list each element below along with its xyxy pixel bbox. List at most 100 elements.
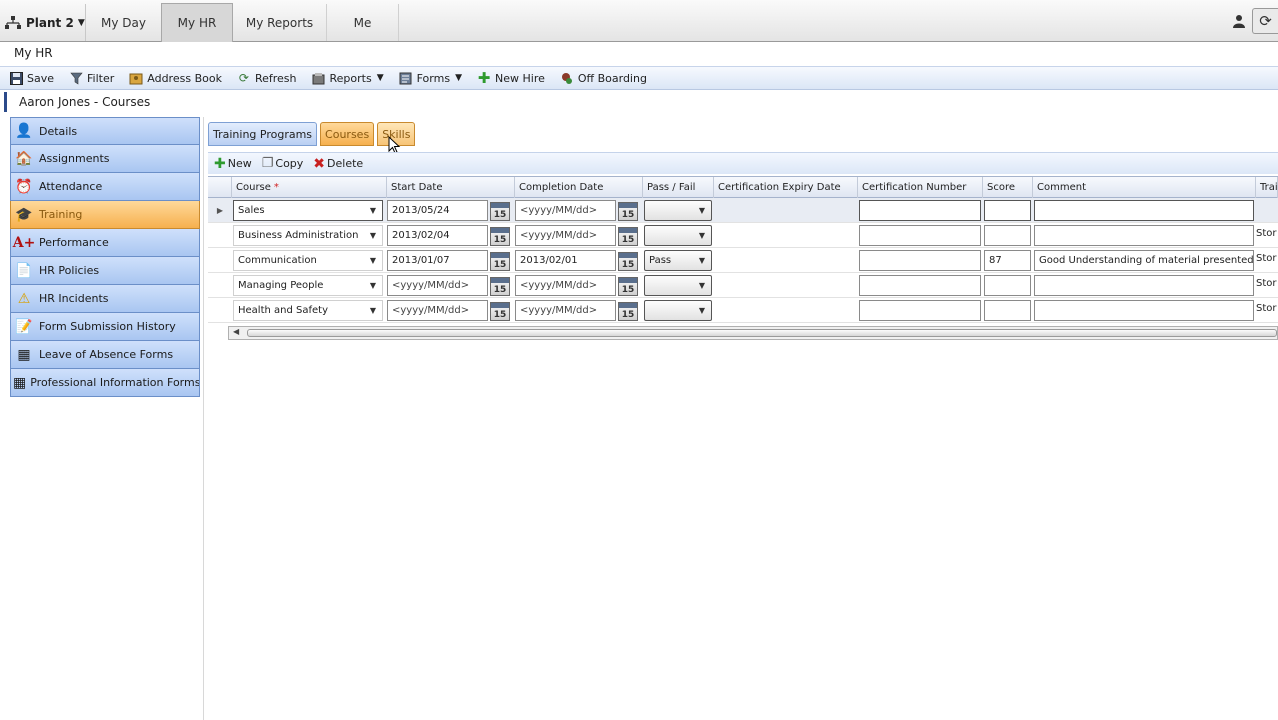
plant-selector[interactable]: Plant 2 ▼ (0, 4, 86, 41)
tab-me[interactable]: Me (327, 4, 399, 41)
tab-my-reports[interactable]: My Reports (233, 4, 327, 41)
completion-date-input[interactable]: <yyyy/MM/dd> (515, 225, 616, 246)
copy-button[interactable]: ❐ Copy (262, 156, 304, 171)
save-button[interactable]: Save (8, 71, 54, 85)
reports-button[interactable]: Reports ▼ (311, 71, 384, 85)
sidebar-item-assignments[interactable]: 🏠 Assignments (10, 145, 200, 173)
sidebar-item-hr-policies[interactable]: 📄 HR Policies (10, 257, 200, 285)
address-book-button[interactable]: Address Book (128, 71, 222, 85)
tab-courses[interactable]: Courses (320, 122, 375, 146)
course-select[interactable]: Managing People ▼ (233, 275, 383, 296)
column-header-certification-number[interactable]: Certification Number (858, 177, 983, 198)
score-input[interactable] (984, 300, 1031, 321)
refresh-button[interactable]: ⟳ Refresh (236, 71, 297, 85)
table-row[interactable]: Communication ▼ 2013/01/07 15 2013/02/01 … (208, 248, 1278, 273)
new-button[interactable]: ✚ New (214, 156, 252, 172)
training-cell: Stor (1256, 278, 1277, 289)
calendar-icon[interactable]: 15 (490, 202, 510, 221)
start-date-input[interactable]: 2013/02/04 (387, 225, 488, 246)
save-label: Save (27, 71, 55, 85)
sidebar-item-label: Attendance (39, 180, 103, 193)
certification-number-input[interactable] (859, 275, 981, 296)
table-row[interactable]: Managing People ▼ <yyyy/MM/dd> 15 <yyyy/M… (208, 273, 1278, 298)
calendar-icon[interactable]: 15 (618, 227, 638, 246)
comment-input[interactable]: Good Understanding of material presented (1034, 250, 1254, 271)
score-input[interactable] (984, 225, 1031, 246)
chevron-down-icon: ▼ (698, 206, 705, 215)
calendar-icon[interactable]: 15 (490, 252, 510, 271)
filter-button[interactable]: Filter (68, 71, 114, 85)
sync-icon[interactable]: ⟳ (1252, 8, 1278, 34)
pass-fail-select[interactable]: ▼ (644, 200, 712, 221)
sidebar-item-leave-of-absence-forms[interactable]: ▦ Leave of Absence Forms (10, 341, 200, 369)
pass-fail-select[interactable]: Pass ▼ (644, 250, 712, 271)
column-header-start-date[interactable]: Start Date (387, 177, 515, 198)
column-header-comment[interactable]: Comment (1033, 177, 1256, 198)
comment-input[interactable] (1034, 225, 1254, 246)
completion-date-input[interactable]: <yyyy/MM/dd> (515, 300, 616, 321)
sidebar-item-details[interactable]: 👤 Details (10, 117, 200, 145)
forms-button[interactable]: Forms ▼ (398, 71, 462, 85)
column-header-certification-expiry-date[interactable]: Certification Expiry Date (714, 177, 858, 198)
comment-input[interactable] (1034, 275, 1254, 296)
column-header-training[interactable]: Trai (1256, 177, 1278, 198)
score-input[interactable]: 87 (984, 250, 1031, 271)
delete-button[interactable]: ✖ Delete (313, 156, 363, 172)
completion-date-input[interactable]: <yyyy/MM/dd> (515, 200, 616, 221)
sidebar-item-form-submission-history[interactable]: 📝 Form Submission History (10, 313, 200, 341)
column-header-score[interactable]: Score (983, 177, 1033, 198)
tab-my-day[interactable]: My Day (86, 4, 162, 41)
start-date-input[interactable]: 2013/01/07 (387, 250, 488, 271)
comment-input[interactable] (1034, 300, 1254, 321)
sidebar-item-performance[interactable]: A+ Performance (10, 229, 200, 257)
completion-date-input[interactable]: 2013/02/01 (515, 250, 616, 271)
pass-fail-select[interactable]: ▼ (644, 300, 712, 321)
copy-icon: ❐ (261, 156, 274, 171)
sidebar-item-professional-information-forms[interactable]: ▦ Professional Information Forms (10, 369, 200, 397)
score-input[interactable] (984, 200, 1031, 221)
table-row[interactable]: Business Administration ▼ 2013/02/04 15 <… (208, 223, 1278, 248)
table-row[interactable]: Health and Safety ▼ <yyyy/MM/dd> 15 <yyyy… (208, 298, 1278, 323)
pass-fail-select[interactable]: ▼ (644, 275, 712, 296)
calendar-icon[interactable]: 15 (490, 277, 510, 296)
calendar-icon[interactable]: 15 (618, 202, 638, 221)
column-header-course[interactable]: Course * (232, 177, 387, 198)
required-marker: * (273, 182, 279, 193)
plus-icon: ✚ (214, 155, 226, 172)
course-select[interactable]: Communication ▼ (233, 250, 383, 271)
course-select[interactable]: Health and Safety ▼ (233, 300, 383, 321)
start-date-input[interactable]: 2013/05/24 (387, 200, 488, 221)
calendar-icon[interactable]: 15 (618, 277, 638, 296)
completion-date-input[interactable]: <yyyy/MM/dd> (515, 275, 616, 296)
calendar-icon[interactable]: 15 (618, 302, 638, 321)
new-hire-button[interactable]: ✚ New Hire (476, 69, 545, 87)
certification-number-input[interactable] (859, 250, 981, 271)
certification-number-input[interactable] (859, 200, 981, 221)
column-header-completion-date[interactable]: Completion Date (515, 177, 643, 198)
panel-splitter[interactable] (203, 117, 204, 720)
course-select[interactable]: Sales ▼ (233, 200, 383, 221)
certification-number-input[interactable] (859, 225, 981, 246)
sidebar-item-attendance[interactable]: ⏰ Attendance (10, 173, 200, 201)
certification-number-input[interactable] (859, 300, 981, 321)
horizontal-scrollbar[interactable]: ◀ (228, 326, 1278, 340)
calendar-icon[interactable]: 15 (618, 252, 638, 271)
calendar-icon[interactable]: 15 (490, 302, 510, 321)
start-date-input[interactable]: <yyyy/MM/dd> (387, 275, 488, 296)
calendar-icon[interactable]: 15 (490, 227, 510, 246)
user-icon[interactable] (1226, 8, 1252, 34)
column-header-pass-fail[interactable]: Pass / Fail (643, 177, 714, 198)
start-date-input[interactable]: <yyyy/MM/dd> (387, 300, 488, 321)
sidebar-item-hr-incidents[interactable]: ⚠ HR Incidents (10, 285, 200, 313)
sidebar-item-training[interactable]: 🎓 Training (10, 201, 200, 229)
pass-fail-select[interactable]: ▼ (644, 225, 712, 246)
scroll-left-arrow-icon[interactable]: ◀ (233, 327, 239, 336)
comment-input[interactable] (1034, 200, 1254, 221)
table-row[interactable]: ▶ Sales ▼ 2013/05/24 15 <yyyy/MM/dd> 15 ▼ (208, 198, 1278, 223)
tab-training-programs[interactable]: Training Programs (208, 122, 318, 146)
score-input[interactable] (984, 275, 1031, 296)
course-select[interactable]: Business Administration ▼ (233, 225, 383, 246)
tab-my-hr[interactable]: My HR (161, 3, 233, 42)
scrollbar-thumb[interactable] (247, 329, 1277, 337)
off-boarding-button[interactable]: Off Boarding (559, 71, 647, 85)
